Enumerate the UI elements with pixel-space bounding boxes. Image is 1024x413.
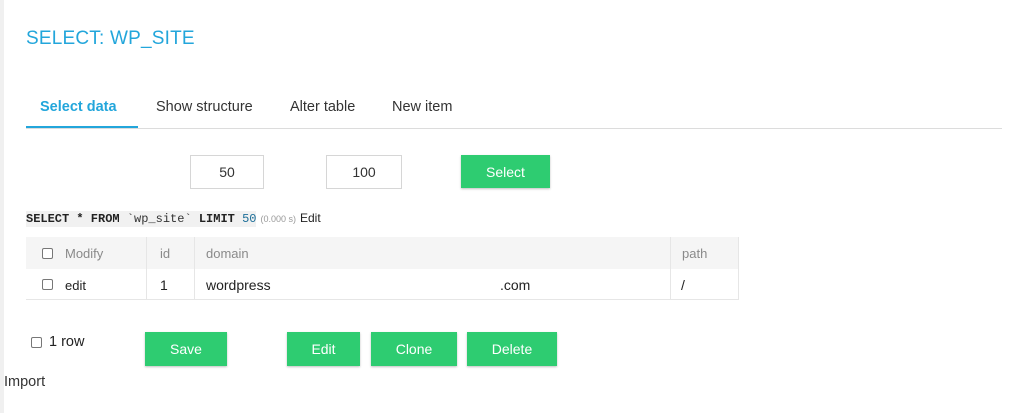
text-length-input[interactable]	[326, 155, 402, 189]
all-rows-checkbox[interactable]	[31, 337, 42, 348]
tab-bar: Select data Show structure Alter table N…	[26, 96, 1002, 129]
column-header-modify: Modify	[65, 246, 104, 261]
edit-button[interactable]: Edit	[287, 332, 360, 366]
sql-table-name: `wp_site`	[126, 212, 192, 226]
tab-new-item[interactable]: New item	[392, 99, 452, 115]
sql-query-line: SELECT * FROM `wp_site` LIMIT 50 (0.000 s…	[26, 211, 321, 227]
import-link[interactable]: Import	[4, 374, 45, 390]
column-divider	[738, 237, 739, 299]
edit-query-link[interactable]: Edit	[300, 211, 321, 225]
limit-input[interactable]	[190, 155, 264, 189]
row-edit-link[interactable]: edit	[65, 278, 86, 293]
cell-path: /	[681, 277, 685, 293]
left-edge-divider	[0, 0, 4, 413]
query-time: (0.000 s)	[260, 214, 296, 224]
cell-domain-tld: .com	[500, 277, 531, 293]
sql-select-from: SELECT * FROM	[26, 212, 127, 226]
row-checkbox[interactable]	[42, 279, 53, 290]
sql-query: SELECT * FROM `wp_site` LIMIT 50	[26, 211, 257, 227]
tab-alter-table[interactable]: Alter table	[290, 99, 355, 115]
table-row: edit 1 wordpress .com /	[26, 269, 739, 300]
column-header-domain[interactable]: domain	[206, 246, 249, 261]
save-button[interactable]: Save	[145, 332, 227, 366]
page-title: SELECT: WP_SITE	[26, 28, 195, 49]
cell-id: 1	[160, 277, 168, 293]
select-button[interactable]: Select	[461, 155, 550, 188]
cell-domain-name: wordpress	[206, 277, 271, 293]
active-tab-indicator	[26, 126, 138, 128]
sql-limit-keyword: LIMIT	[191, 212, 243, 226]
tab-show-structure[interactable]: Show structure	[156, 99, 253, 115]
column-divider	[146, 237, 147, 299]
sql-limit-number: 50	[242, 212, 257, 226]
select-all-checkbox[interactable]	[42, 248, 53, 259]
column-divider	[194, 237, 195, 299]
clone-button[interactable]: Clone	[371, 332, 457, 366]
column-header-path[interactable]: path	[682, 246, 707, 261]
table-header: Modify id domain path	[26, 237, 739, 269]
column-divider	[670, 237, 671, 299]
results-table: Modify id domain path edit 1 wordpress .…	[26, 237, 739, 300]
delete-button[interactable]: Delete	[467, 332, 557, 366]
tab-select-data[interactable]: Select data	[40, 99, 117, 115]
row-count: 1 row	[49, 334, 85, 350]
column-header-id[interactable]: id	[160, 246, 170, 261]
